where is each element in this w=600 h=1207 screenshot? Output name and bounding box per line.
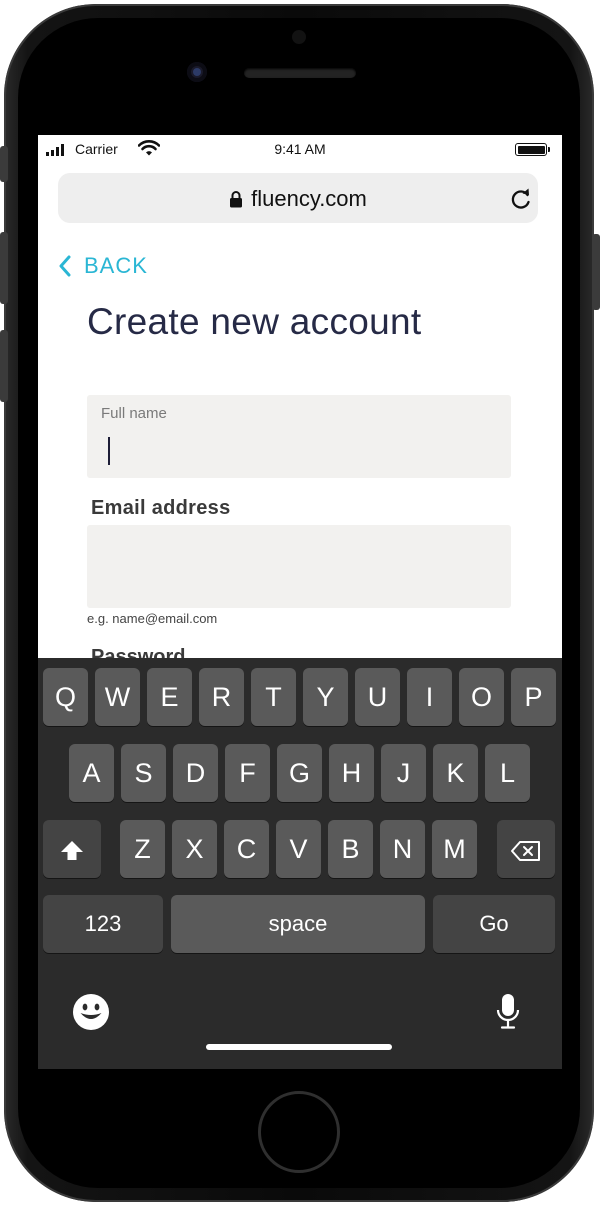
backspace-key[interactable] [497,820,555,878]
key-e[interactable]: E [147,668,192,726]
key-a[interactable]: A [69,744,114,802]
phone-screen: Carrier 9:41 AM fluency.com BACK Create … [38,135,562,1069]
key-g[interactable]: G [277,744,322,802]
volume-up-button [0,232,8,304]
email-label: Email address [91,497,231,519]
proximity-sensor [292,30,306,44]
url-text: fluency.com [251,186,367,211]
full-name-label: Full name [101,405,167,422]
key-r[interactable]: R [199,668,244,726]
key-c[interactable]: C [224,820,269,878]
backspace-icon [511,841,540,861]
keyboard: Q W E R T Y U I O P A S D F G H J K L Z … [38,658,562,1069]
full-name-field[interactable]: Full name [87,395,511,478]
shift-key[interactable] [43,820,101,878]
email-field[interactable] [87,525,511,608]
key-l[interactable]: L [485,744,530,802]
status-bar: Carrier 9:41 AM [38,135,562,165]
reload-icon[interactable] [508,186,534,212]
key-o[interactable]: O [459,668,504,726]
key-t[interactable]: T [251,668,296,726]
address-bar[interactable]: fluency.com [58,173,538,223]
space-key[interactable]: space [171,895,425,953]
text-cursor [108,437,110,465]
key-d[interactable]: D [173,744,218,802]
key-f[interactable]: F [225,744,270,802]
email-hint: e.g. name@email.com [87,611,218,626]
key-k[interactable]: K [433,744,478,802]
page-title: Create new account [87,301,422,342]
key-j[interactable]: J [381,744,426,802]
key-z[interactable]: Z [120,820,165,878]
numbers-key[interactable]: 123 [43,895,163,953]
battery-icon [515,143,547,156]
home-button[interactable] [258,1091,340,1173]
chevron-left-icon [59,255,71,277]
key-n[interactable]: N [380,820,425,878]
clock: 9:41 AM [274,141,326,157]
key-m[interactable]: M [432,820,477,878]
key-s[interactable]: S [121,744,166,802]
key-u[interactable]: U [355,668,400,726]
shift-icon [61,841,83,860]
key-i[interactable]: I [407,668,452,726]
back-label: BACK [84,253,148,278]
front-camera-icon [187,62,207,82]
key-p[interactable]: P [511,668,556,726]
back-link[interactable]: BACK [58,253,148,279]
key-q[interactable]: Q [43,668,88,726]
key-y[interactable]: Y [303,668,348,726]
key-w[interactable]: W [95,668,140,726]
battery-tip [548,147,550,152]
mute-switch [0,146,8,182]
key-v[interactable]: V [276,820,321,878]
lock-icon [230,191,243,208]
key-b[interactable]: B [328,820,373,878]
key-x[interactable]: X [172,820,217,878]
emoji-icon[interactable] [72,993,110,1031]
key-h[interactable]: H [329,744,374,802]
volume-down-button [0,330,8,402]
earpiece-speaker [244,68,356,78]
power-button [592,234,600,310]
go-key[interactable]: Go [433,895,555,953]
home-indicator[interactable] [206,1044,392,1050]
microphone-icon[interactable] [495,992,521,1032]
